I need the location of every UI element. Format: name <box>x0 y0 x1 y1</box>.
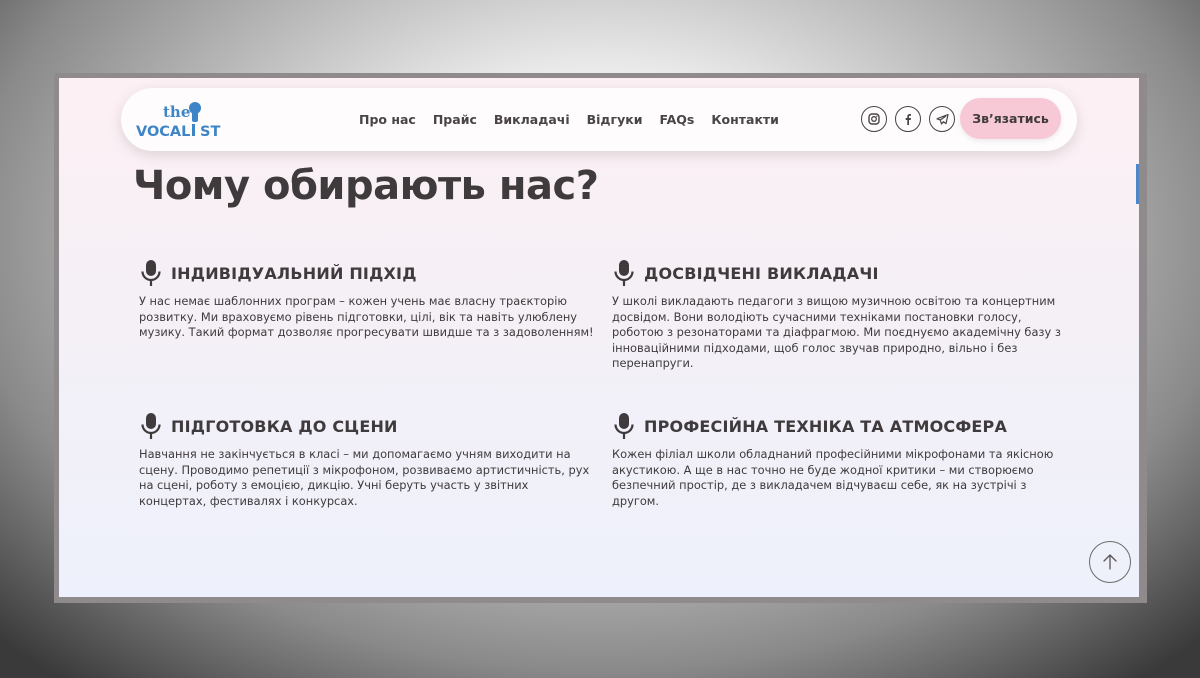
arrow-up-icon <box>1103 554 1117 570</box>
contact-us-button[interactable]: Зв’язатись <box>960 98 1061 139</box>
feature-text: Кожен філіал школи обладнаний професійни… <box>612 447 1054 508</box>
microphone-icon <box>141 260 161 286</box>
monitor-frame: the VOCAL ST Про нас Прайс Викладачі Від… <box>54 73 1147 603</box>
nav-link-contacts[interactable]: Контакти <box>711 112 779 127</box>
feature-title: ІНДИВІДУАЛЬНИЙ ПІДХІД <box>171 263 417 283</box>
nav-link-about[interactable]: Про нас <box>359 112 416 127</box>
instagram-button[interactable] <box>861 106 887 132</box>
browser-viewport: the VOCAL ST Про нас Прайс Викладачі Від… <box>59 78 1139 597</box>
feature-title: ПІДГОТОВКА ДО СЦЕНИ <box>171 416 398 436</box>
site-logo[interactable]: the VOCAL ST <box>135 100 227 140</box>
feature-card: ПРОФЕСІЙНА ТЕХНІКА ТА АТМОСФЕРА Кожен фі… <box>612 411 1072 509</box>
logo-word-the: the <box>163 103 190 121</box>
facebook-icon <box>905 114 911 125</box>
logo-word-st: ST <box>200 124 220 140</box>
section-title: Чому обирають нас? <box>133 163 599 209</box>
instagram-icon <box>868 113 880 125</box>
microphone-icon <box>614 260 634 286</box>
feature-text: У школі викладають педагоги з вищою музи… <box>612 294 1061 371</box>
nav-link-teachers[interactable]: Викладачі <box>494 112 570 127</box>
feature-title: ДОСВІДЧЕНІ ВИКЛАДАЧІ <box>644 263 879 283</box>
nav-link-prices[interactable]: Прайс <box>433 112 477 127</box>
logo-word-vocal: VOCAL <box>136 124 190 140</box>
scroll-to-top-button[interactable] <box>1089 541 1131 583</box>
telegram-button[interactable] <box>929 106 955 132</box>
feature-title: ПРОФЕСІЙНА ТЕХНІКА ТА АТМОСФЕРА <box>644 416 1008 436</box>
microphone-icon <box>614 413 634 439</box>
feature-card: ІНДИВІДУАЛЬНИЙ ПІДХІД У нас немає шаблон… <box>139 258 599 341</box>
scrollbar-thumb[interactable] <box>1136 164 1139 204</box>
header-navbar: the VOCAL ST Про нас Прайс Викладачі Від… <box>121 88 1077 151</box>
feature-text: У нас немає шаблонних програм – кожен уч… <box>139 294 594 340</box>
feature-card: ПІДГОТОВКА ДО СЦЕНИ Навчання не закінчує… <box>139 411 599 509</box>
feature-card: ДОСВІДЧЕНІ ВИКЛАДАЧІ У школі викладають … <box>612 258 1072 372</box>
facebook-button[interactable] <box>895 106 921 132</box>
telegram-icon <box>935 113 949 125</box>
main-nav: Про нас Прайс Викладачі Відгуки FAQs Кон… <box>359 88 779 151</box>
feature-text: Навчання не закінчується в класі – ми до… <box>139 447 590 508</box>
nav-link-reviews[interactable]: Відгуки <box>587 112 643 127</box>
microphone-icon <box>141 413 161 439</box>
nav-link-faqs[interactable]: FAQs <box>659 112 694 127</box>
